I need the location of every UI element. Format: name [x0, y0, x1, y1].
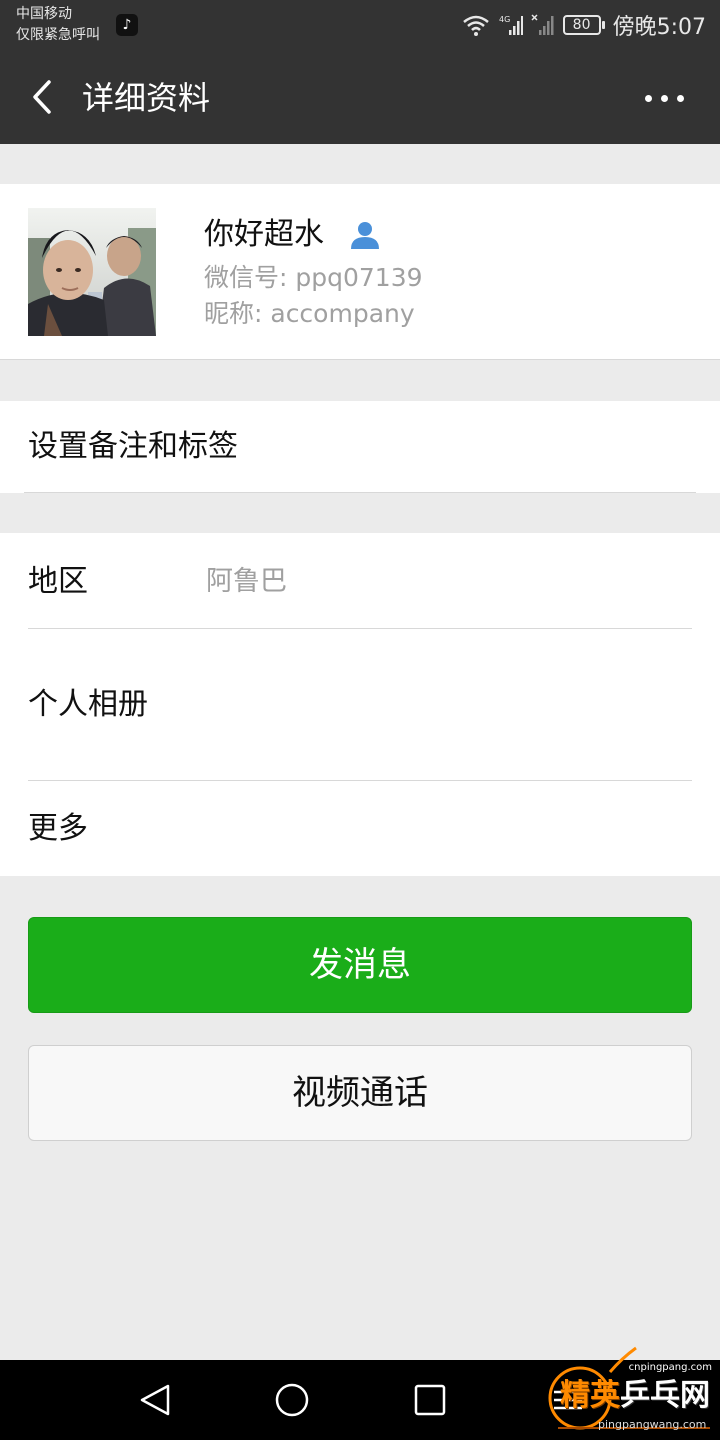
watermark-url-top: cnpingpang.com — [628, 1362, 712, 1373]
region-row: 地区 阿鲁巴 — [0, 533, 720, 628]
nav-back-icon[interactable] — [130, 1380, 180, 1420]
profile-name: 你好超水 — [204, 217, 324, 252]
remark-tags-label: 设置备注和标签 — [28, 429, 238, 464]
status-bar: 中国移动 仅限紧急呼叫 ♪ 4G 80 傍晚5:07 — [0, 0, 720, 50]
network-type-label: 4G — [499, 15, 510, 24]
site-watermark: cnpingpang.com 精英 乒乓网 pingpangwang.com — [540, 1338, 720, 1440]
signal-no-service-icon — [531, 14, 554, 35]
nav-home-icon[interactable] — [272, 1380, 312, 1420]
album-label: 个人相册 — [28, 687, 148, 722]
clock: 傍晚5:07 — [612, 15, 706, 40]
watermark-brand: 精英 乒乓网 — [560, 1376, 710, 1416]
more-dots-icon — [644, 94, 652, 102]
more-label: 更多 — [28, 811, 88, 846]
page-title: 详细资料 — [82, 79, 211, 117]
more-options-button[interactable] — [632, 78, 696, 118]
wifi-icon — [462, 15, 489, 36]
chevron-left-icon — [33, 80, 51, 114]
avatar[interactable] — [28, 208, 156, 336]
avatar-photo — [28, 208, 156, 336]
nav-recent-apps-icon[interactable] — [410, 1380, 450, 1420]
carrier-name: 中国移动 — [16, 6, 72, 22]
divider — [24, 492, 696, 493]
more-row[interactable]: 更多 — [0, 781, 720, 876]
back-button[interactable] — [18, 72, 66, 122]
tiktok-notification-icon: ♪ — [116, 14, 138, 36]
watermark-brand-part1: 精英 — [560, 1378, 620, 1413]
region-value: 阿鲁巴 — [206, 566, 287, 597]
status-icons: 4G 80 傍晚5:07 — [461, 8, 706, 42]
nickname: 昵称: accompany — [204, 299, 415, 328]
video-call-button[interactable]: 视频通话 — [28, 1045, 692, 1141]
info-section: 地区 阿鲁巴 个人相册 更多 — [0, 533, 720, 876]
signal-4g-icon: 4G — [499, 15, 523, 35]
wechat-id: 微信号: ppq07139 — [204, 263, 423, 292]
watermark-brand-part2: 乒乓网 — [620, 1378, 710, 1413]
album-row[interactable]: 个人相册 — [0, 629, 720, 780]
send-message-button[interactable]: 发消息 — [28, 917, 692, 1013]
watermark-url-bottom: pingpangwang.com — [598, 1418, 707, 1431]
title-bar: 详细资料 — [0, 50, 720, 144]
battery-icon: 80 — [562, 15, 605, 35]
region-label: 地区 — [28, 564, 88, 599]
profile-card: 你好超水 微信号: ppq07139 昵称: accompany — [0, 184, 720, 360]
contact-person-icon — [351, 222, 379, 249]
carrier-info: 中国移动 仅限紧急呼叫 — [16, 4, 100, 46]
remark-tags-row[interactable]: 设置备注和标签 — [0, 401, 720, 493]
battery-level: 80 — [562, 15, 601, 35]
carrier-emergency: 仅限紧急呼叫 — [16, 27, 100, 43]
